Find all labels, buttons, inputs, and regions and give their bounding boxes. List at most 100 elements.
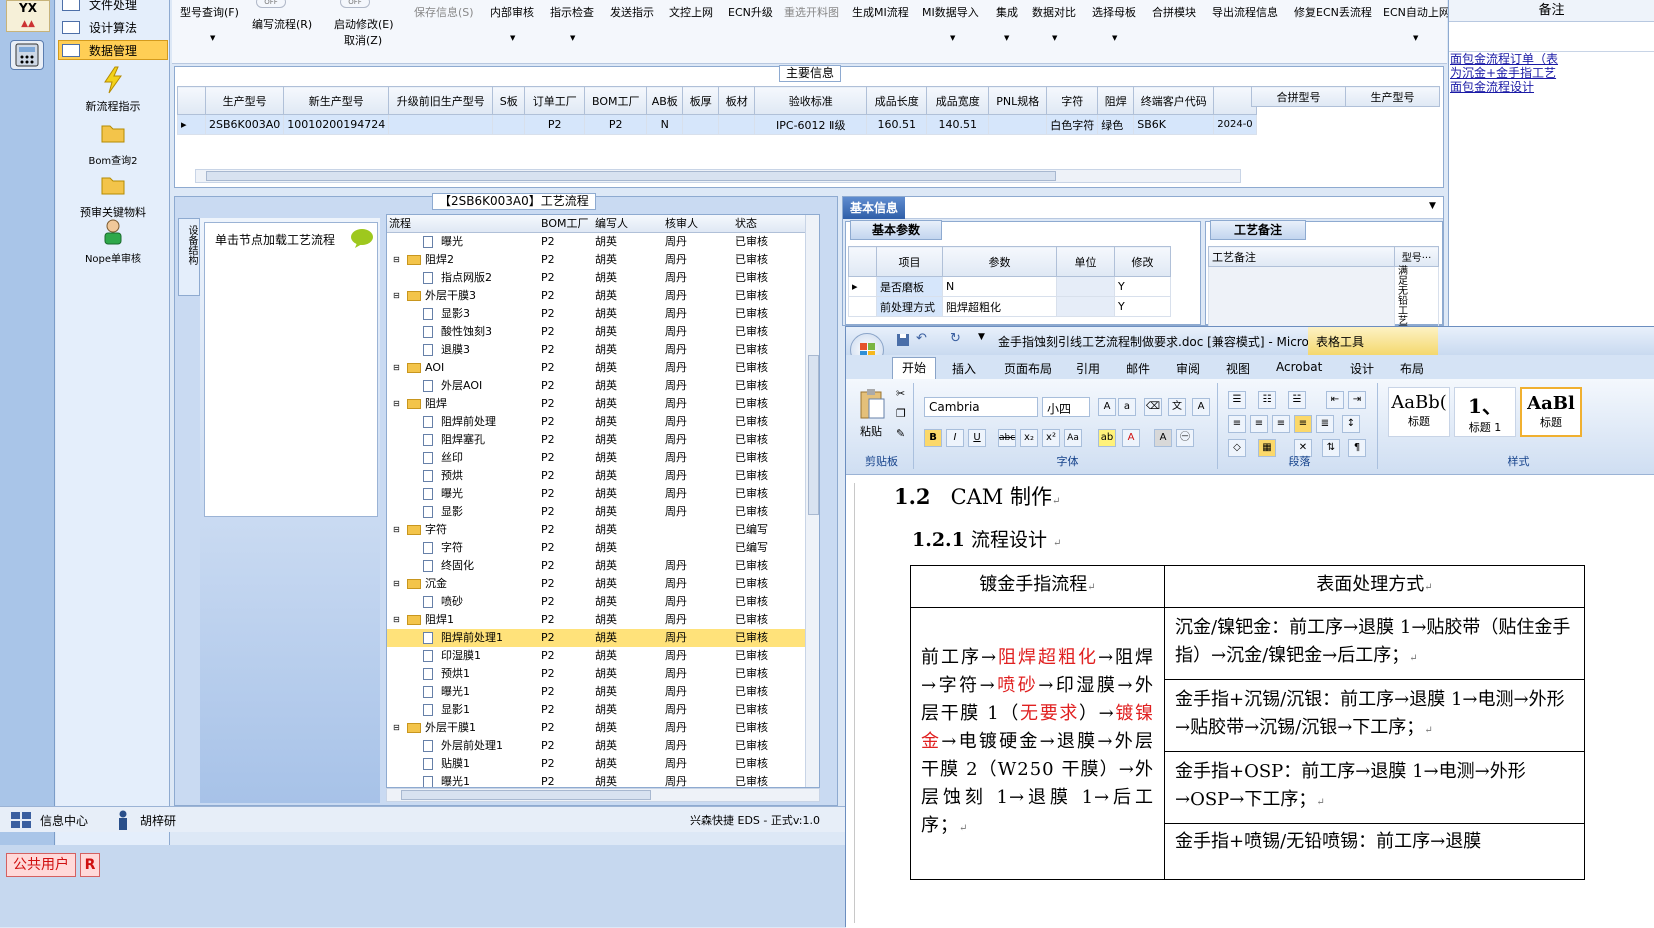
numbering-icon[interactable]: ☷ (1258, 391, 1276, 409)
column-header[interactable]: 成品宽度 (926, 86, 990, 115)
tree-row[interactable]: 阻焊塞孔 P2 胡英 周丹 已审核 (387, 431, 819, 449)
column-header[interactable]: S板 (492, 86, 526, 115)
paste-icon[interactable] (858, 387, 886, 421)
column-header[interactable]: 订单工厂 (524, 86, 586, 115)
reselect-cutting-button[interactable]: 重选开料图 (784, 4, 839, 20)
document-area[interactable]: 1.2 CAM 制作↵ 1.2.1 流程设计 ↵ 镀金手指流程↵ 表面处理方式↵… (846, 475, 1654, 928)
table-cell[interactable]: P2 (584, 114, 648, 135)
expander-icon[interactable]: ⊟ (393, 251, 400, 269)
column-header[interactable]: PNL规格 (988, 86, 1048, 115)
column-header[interactable]: 板厚 (682, 86, 720, 115)
repair-ecn-button[interactable]: 修复ECN丢流程 (1294, 4, 1372, 20)
instruction-check-button[interactable]: 指示检查 ▼ (550, 4, 594, 42)
table-cell[interactable]: 绿色 (1097, 114, 1135, 135)
font-name-select[interactable]: Cambria (924, 397, 1038, 417)
scrollbar-thumb[interactable] (808, 355, 819, 515)
column-header[interactable]: 生产型号 (204, 86, 285, 115)
column-header[interactable]: 验收标准 (754, 86, 868, 115)
tree-row[interactable]: ⊟ 阻焊 P2 胡英 周丹 已审核 (387, 395, 819, 413)
column-header[interactable]: 修改 (1114, 246, 1171, 277)
param-value[interactable]: N (942, 276, 1057, 297)
expander-icon[interactable]: ⊟ (393, 611, 400, 629)
subscript-icon[interactable]: x₂ (1020, 429, 1038, 447)
tree-row[interactable]: 显影1 P2 胡英 周丹 已审核 (387, 701, 819, 719)
column-header[interactable]: 型号··· (1394, 246, 1439, 267)
save-icon[interactable] (896, 333, 910, 347)
doc-table-header[interactable]: 表面处理方式↵ (1164, 565, 1585, 608)
tree-row[interactable]: 字符 P2 胡英 已编写 (387, 539, 819, 557)
superscript-icon[interactable]: x² (1042, 429, 1060, 447)
line-spacing-icon[interactable]: ↕ (1342, 415, 1360, 433)
tree-row[interactable]: ⊟ AOI P2 胡英 周丹 已审核 (387, 359, 819, 377)
tree-row[interactable]: ⊟ 外层干膜3 P2 胡英 周丹 已审核 (387, 287, 819, 305)
tab-design[interactable]: 设计 (1350, 360, 1374, 377)
italic-icon[interactable]: I (946, 429, 964, 447)
param-edit[interactable]: Y (1114, 276, 1171, 297)
doc-table-cell[interactable]: 金手指+沉锡/沉银：前工序→退膜 1→电测→外形→贴胶带→沉锡/沉银→下工序；↵ (1164, 679, 1585, 752)
tab-acrobat[interactable]: Acrobat (1276, 360, 1322, 374)
table-cell[interactable]: 2SB6K003A0 (204, 114, 285, 135)
scrollbar-thumb[interactable] (401, 790, 651, 800)
table-cell[interactable]: 160.51 (866, 114, 928, 135)
enclose-char-icon[interactable]: ㊀ (1176, 429, 1194, 447)
expander-icon[interactable]: ⊟ (393, 521, 400, 539)
table-cell[interactable]: 2024-0 (1213, 114, 1257, 135)
underline-icon[interactable]: U (968, 429, 986, 447)
toggle-switch[interactable]: OFF (340, 0, 370, 8)
doc-table-cell[interactable]: 沉金/镍钯金：前工序→退膜 1→贴胶带（贴住金手指）→沉金/镍钯金→后工序；↵ (1164, 607, 1585, 680)
table-cell[interactable]: 白色字符 (1046, 114, 1099, 135)
expander-icon[interactable]: ⊟ (393, 287, 400, 305)
tab-layout[interactable]: 页面布局 (1004, 360, 1052, 377)
column-header[interactable]: 新生产型号 (283, 86, 390, 115)
column-header[interactable]: 升级前旧生产型号 (388, 86, 494, 115)
tool-nope-review[interactable]: Nope单审核 (56, 218, 170, 265)
export-process-button[interactable]: 导出流程信息 (1212, 4, 1278, 20)
font-color-icon[interactable]: A (1122, 429, 1140, 447)
expander-icon[interactable]: ⊟ (393, 575, 400, 593)
increase-indent-icon[interactable]: ⇥ (1348, 391, 1366, 409)
table-cell[interactable]: 10010200194724 (283, 114, 390, 135)
grow-font-icon[interactable]: A (1098, 398, 1116, 416)
tab-home[interactable]: 开始 (892, 357, 936, 379)
table-row[interactable]: ▸ 2SB6K003A0 10010200194724 P2 P2 N IPC-… (177, 114, 1257, 135)
tree-row[interactable]: 贴膜1 P2 胡英 周丹 已审核 (387, 755, 819, 773)
column-header[interactable]: 参数 (942, 246, 1057, 277)
highlight-icon[interactable]: ab (1098, 429, 1116, 447)
expander-icon[interactable]: ⊟ (393, 719, 400, 737)
nav-item-data-management[interactable]: 数据管理 (58, 40, 168, 60)
table-cell[interactable]: P2 (524, 114, 586, 135)
param-value[interactable]: 阻焊超粗化 (942, 296, 1057, 317)
r-badge[interactable]: R (80, 853, 100, 877)
tree-row[interactable]: 曝光 P2 胡英 周丹 已审核 (387, 233, 819, 251)
strikethrough-icon[interactable]: abc (998, 429, 1016, 447)
multilevel-list-icon[interactable]: ☱ (1288, 391, 1306, 409)
info-center-link[interactable]: 信息中心 (40, 812, 88, 829)
distributed-icon[interactable]: ≣ (1316, 415, 1334, 433)
toggle-switch[interactable]: OFF (256, 0, 286, 8)
shrink-font-icon[interactable]: a (1118, 398, 1136, 416)
tree-horizontal-scrollbar[interactable] (386, 788, 820, 802)
tab-table-layout[interactable]: 布局 (1400, 360, 1424, 377)
write-process-button[interactable]: 编写流程(R) (252, 16, 312, 32)
mi-import-button[interactable]: MI数据导入 ▼ (922, 4, 979, 42)
send-instruction-button[interactable]: 发送指示 (610, 4, 654, 20)
tree-row[interactable]: ⊟ 阻焊2 P2 胡英 周丹 已审核 (387, 251, 819, 269)
select-mother-board-button[interactable]: 选择母板 ▼ (1092, 4, 1136, 42)
doc-control-online-button[interactable]: 文控上网 (669, 4, 713, 20)
table-cell[interactable] (492, 114, 526, 135)
column-header[interactable] (1213, 86, 1257, 115)
column-header[interactable]: 工艺备注 (1208, 246, 1395, 267)
doc-table-cell[interactable]: 前工序→阻焊超粗化→阻焊→字符→喷砂→印湿膜→外层干膜 1（无要求）→镀镍金→电… (910, 607, 1165, 880)
decrease-indent-icon[interactable]: ⇤ (1326, 391, 1344, 409)
nav-item-file-processing[interactable]: 文件处理 (58, 0, 168, 14)
table-cell[interactable] (388, 114, 494, 135)
calculator-icon[interactable] (10, 40, 44, 70)
data-compare-button[interactable]: 数据对比 ▼ (1032, 4, 1076, 42)
table-row[interactable]: 前处理方式 阻焊超粗化 Y (848, 296, 1171, 317)
column-header[interactable]: 终端客户代码 (1133, 86, 1215, 115)
column-header[interactable]: 编写人 (595, 215, 628, 233)
tree-row[interactable]: 外层前处理1 P2 胡英 周丹 已审核 (387, 737, 819, 755)
tree-row[interactable]: 酸性蚀刻3 P2 胡英 周丹 已审核 (387, 323, 819, 341)
doc-table-header[interactable]: 镀金手指流程↵ (910, 565, 1165, 608)
tree-row[interactable]: 指点网版2 P2 胡英 周丹 已审核 (387, 269, 819, 287)
